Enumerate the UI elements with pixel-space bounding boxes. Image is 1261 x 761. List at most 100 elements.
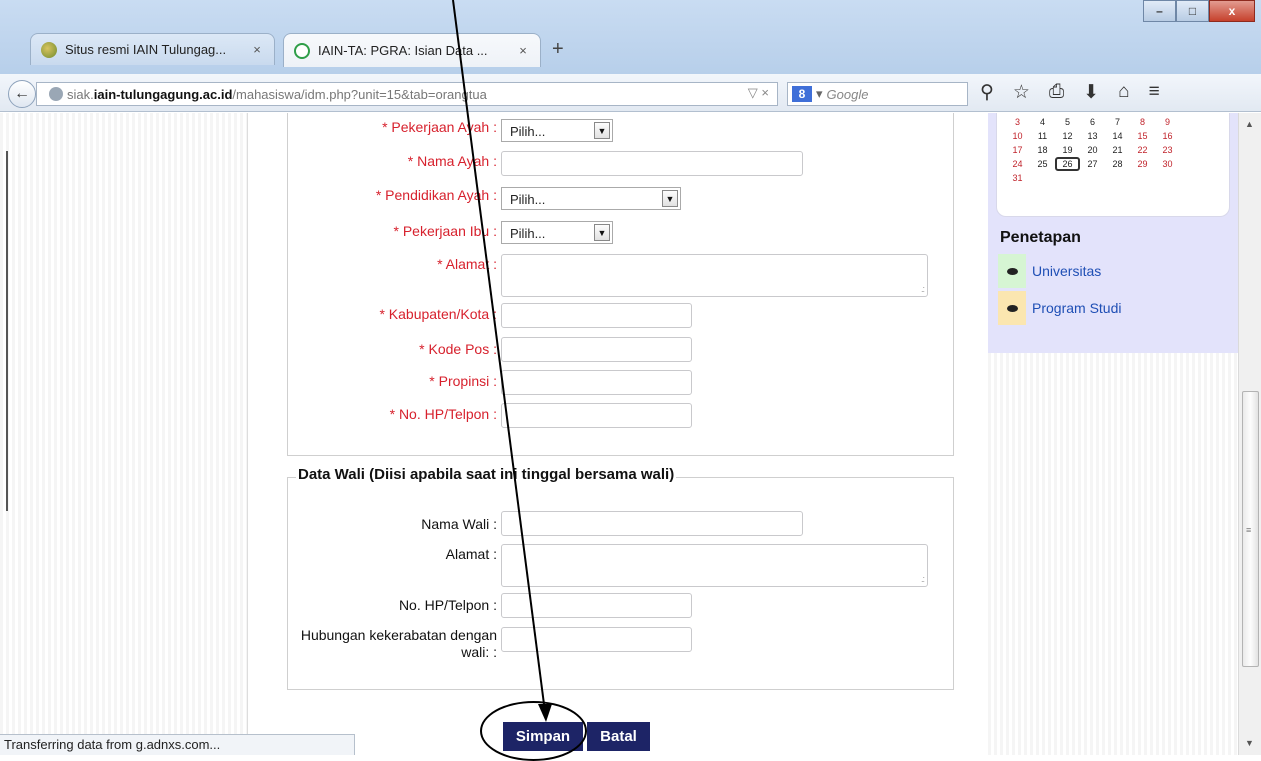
url-host: siak.	[67, 86, 94, 102]
browser-titlebar: Situs resmi IAIN Tulungag... × IAIN-TA: …	[0, 0, 1261, 74]
pekerjaan-ayah-label: * Pekerjaan Ayah :	[382, 119, 497, 135]
calendar-day[interactable]: 12	[1055, 129, 1080, 143]
calendar-day	[1105, 171, 1130, 185]
calendar-day[interactable]: 28	[1105, 157, 1130, 171]
calendar: 3 4 5 6 7 8 9 10 11 12 13 14 15 16 17 18 19 20 21 22 23 24 25 2…	[996, 113, 1230, 217]
close-window-button[interactable]: x	[1209, 0, 1255, 22]
calendar-day[interactable]: 15	[1130, 129, 1155, 143]
calendar-day[interactable]: 5	[1055, 115, 1080, 129]
url-domain: iain-tulungagung.ac.id	[93, 86, 233, 102]
loading-spinner-icon	[294, 42, 310, 59]
calendar-day[interactable]: 14	[1105, 129, 1130, 143]
calendar-day[interactable]: 19	[1055, 143, 1080, 157]
calendar-day[interactable]: 10	[1005, 129, 1030, 143]
chevron-down-icon: ▼	[594, 224, 610, 241]
resize-grip-icon[interactable]: .:	[921, 284, 925, 294]
calendar-day[interactable]: 18	[1030, 143, 1055, 157]
star-icon[interactable]: ☆	[1013, 81, 1030, 104]
reading-list-icon[interactable]: ⎙	[1049, 81, 1064, 104]
calendar-day[interactable]: 22	[1130, 143, 1155, 157]
globe-icon	[49, 87, 63, 101]
calendar-day	[1055, 171, 1080, 185]
calendar-day[interactable]: 17	[1005, 143, 1030, 157]
download-icon[interactable]: ⬇	[1083, 81, 1099, 104]
hp-label: * No. HP/Telpon :	[389, 406, 497, 422]
alamat-wali-textarea[interactable]: .:	[501, 544, 928, 587]
cancel-button[interactable]: Batal	[587, 722, 650, 751]
calendar-day[interactable]: 20	[1080, 143, 1105, 157]
tab-close-icon[interactable]: ×	[516, 43, 530, 58]
site-favicon-icon	[41, 41, 57, 58]
tab-close-icon[interactable]: ×	[250, 42, 264, 57]
search-engine-dropdown-icon[interactable]: ▾	[816, 86, 823, 102]
toolbar-icons: ⚲ ☆ ⎙ ⬇ ⌂ ≡	[980, 81, 1160, 104]
calendar-day[interactable]: 4	[1030, 115, 1055, 129]
calendar-day[interactable]: 26	[1055, 157, 1080, 171]
scroll-down-icon[interactable]: ▼	[1245, 738, 1254, 748]
new-tab-button[interactable]: +	[552, 38, 564, 61]
propinsi-label: * Propinsi :	[429, 373, 497, 389]
sidebar-item-label: Universitas	[1032, 263, 1102, 279]
propinsi-input[interactable]	[501, 370, 692, 395]
select-value: Pilih...	[510, 192, 546, 207]
sidebar-item-program-studi[interactable]: Program Studi	[998, 291, 1226, 325]
alamat-label: * Alamat :	[437, 256, 497, 272]
scroll-grip-icon: ≡	[1246, 525, 1252, 535]
calendar-day[interactable]: 13	[1080, 129, 1105, 143]
nama-ayah-input[interactable]	[501, 151, 803, 176]
calendar-day[interactable]: 25	[1030, 157, 1055, 171]
kode-pos-label: * Kode Pos :	[419, 341, 497, 357]
kabupaten-input[interactable]	[501, 303, 692, 328]
divider	[6, 151, 8, 511]
url-dropdown-stop-icons[interactable]: ▽ ×	[748, 85, 769, 101]
calendar-day[interactable]: 7	[1105, 115, 1130, 129]
calendar-grid: 3 4 5 6 7 8 9 10 11 12 13 14 15 16 17 18 19 20 21 22 23 24 25 2…	[1005, 115, 1180, 185]
calendar-day[interactable]: 9	[1155, 115, 1180, 129]
kabupaten-label: * Kabupaten/Kota :	[379, 306, 497, 322]
calendar-day[interactable]: 24	[1005, 157, 1030, 171]
calendar-day[interactable]: 3	[1005, 115, 1030, 129]
hp-wali-input[interactable]	[501, 593, 692, 618]
calendar-day[interactable]: 16	[1155, 129, 1180, 143]
calendar-day[interactable]: 30	[1155, 157, 1180, 171]
calendar-day[interactable]: 21	[1105, 143, 1130, 157]
pekerjaan-ayah-select[interactable]: Pilih... ▼	[501, 119, 613, 142]
maximize-button[interactable]: □	[1176, 0, 1209, 22]
back-button[interactable]: ←	[8, 80, 36, 108]
home-icon[interactable]: ⌂	[1118, 81, 1129, 104]
scroll-up-icon[interactable]: ▲	[1245, 119, 1254, 129]
calendar-day[interactable]: 6	[1080, 115, 1105, 129]
vertical-scrollbar[interactable]: ▲ ≡ ▼	[1238, 113, 1261, 755]
pekerjaan-ibu-select[interactable]: Pilih... ▼	[501, 221, 613, 244]
search-engine-icon[interactable]: 8	[792, 86, 812, 102]
wali-section-legend: Data Wali (Diisi apabila saat ini tingga…	[296, 466, 677, 483]
search-icon[interactable]: ⚲	[980, 81, 994, 104]
hp-input[interactable]	[501, 403, 692, 428]
tab-isian-data[interactable]: IAIN-TA: PGRA: Isian Data ... ×	[283, 33, 541, 67]
calendar-day[interactable]: 8	[1130, 115, 1155, 129]
calendar-day[interactable]: 31	[1005, 171, 1030, 185]
search-input[interactable]: 8 ▾ Google	[787, 82, 968, 106]
left-margin	[0, 113, 248, 755]
hubungan-input[interactable]	[501, 627, 692, 652]
kode-pos-input[interactable]	[501, 337, 692, 362]
sidebar-item-universitas[interactable]: Universitas	[998, 254, 1226, 288]
nav-toolbar: ← siak. iain-tulungagung.ac.id /mahasisw…	[0, 74, 1261, 112]
menu-icon[interactable]: ≡	[1149, 81, 1160, 104]
calendar-day[interactable]: 27	[1080, 157, 1105, 171]
calendar-day	[1130, 171, 1155, 185]
sidebar-title: Penetapan	[1000, 229, 1081, 246]
minimize-button[interactable]: –	[1143, 0, 1176, 22]
calendar-day[interactable]: 29	[1130, 157, 1155, 171]
url-path: /mahasiswa/idm.php?unit=15&tab=orangtua	[232, 86, 487, 102]
nama-wali-input[interactable]	[501, 511, 803, 536]
calendar-day	[1080, 171, 1105, 185]
pendidikan-ayah-select[interactable]: Pilih... ▼	[501, 187, 681, 210]
tab-iain-home[interactable]: Situs resmi IAIN Tulungag... ×	[30, 33, 275, 65]
calendar-day[interactable]: 23	[1155, 143, 1180, 157]
url-bar[interactable]: siak. iain-tulungagung.ac.id /mahasiswa/…	[36, 82, 778, 106]
calendar-day[interactable]: 11	[1030, 129, 1055, 143]
alamat-textarea[interactable]: .:	[501, 254, 928, 297]
resize-grip-icon[interactable]: .:	[921, 574, 925, 584]
status-bar: Transferring data from g.adnxs.com...	[0, 734, 355, 755]
